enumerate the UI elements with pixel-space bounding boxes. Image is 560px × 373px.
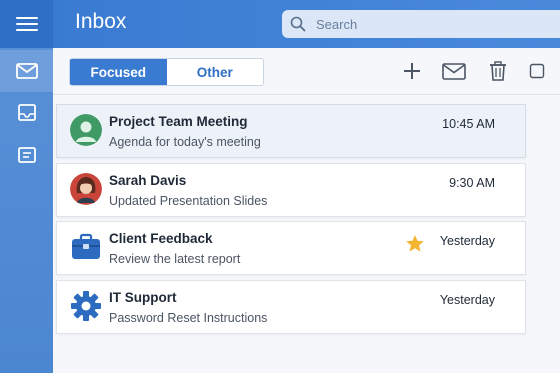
list-item[interactable]: Client Feedback Review the latest report… — [56, 221, 526, 275]
left-rail — [0, 0, 53, 373]
person-avatar — [70, 173, 102, 205]
tab-group: Focused Other — [69, 58, 264, 86]
gear-icon — [70, 290, 102, 322]
delete-button[interactable] — [486, 60, 510, 82]
search-box[interactable] — [282, 10, 560, 38]
message-time: 9:30 AM — [449, 176, 495, 190]
message-sender: Client Feedback — [109, 231, 213, 246]
square-icon — [529, 63, 545, 79]
rail-item-notes[interactable] — [0, 134, 53, 176]
mail-button[interactable] — [441, 60, 467, 82]
rail-item-inbox[interactable] — [0, 92, 53, 134]
inbox-tray-icon — [17, 104, 36, 121]
tab-focused[interactable]: Focused — [70, 59, 167, 85]
trash-icon — [490, 61, 506, 81]
tab-other[interactable]: Other — [167, 59, 264, 85]
list-item[interactable]: IT Support Password Reset Instructions Y… — [56, 280, 526, 334]
notes-icon — [17, 147, 36, 163]
new-message-button[interactable] — [400, 60, 424, 82]
message-time: Yesterday — [439, 293, 495, 307]
menu-button[interactable] — [0, 0, 53, 48]
message-subject: Password Reset Instructions — [109, 311, 268, 325]
add-icon — [404, 63, 420, 79]
rail-item-mail[interactable] — [0, 50, 53, 92]
menu-icon — [15, 17, 38, 31]
search-input[interactable] — [314, 15, 558, 33]
list-item[interactable]: Project Team Meeting Agenda for today's … — [56, 104, 526, 158]
search-icon — [290, 16, 306, 32]
message-sender: IT Support — [109, 290, 177, 305]
message-sender: Sarah Davis — [109, 173, 187, 188]
list-item[interactable]: Sarah Davis Updated Presentation Slides … — [56, 163, 526, 217]
message-time: 10:45 AM — [442, 117, 495, 131]
mail-icon — [442, 62, 466, 80]
mail-icon — [15, 63, 38, 79]
message-subject: Agenda for today's meeting — [109, 135, 261, 149]
toolbar: Focused Other — [53, 48, 560, 95]
message-subject: Review the latest report — [109, 252, 241, 266]
message-subject: Updated Presentation Slides — [109, 194, 268, 208]
star-icon[interactable] — [405, 234, 425, 258]
page-title: Inbox — [75, 10, 127, 33]
message-sender: Project Team Meeting — [109, 114, 248, 129]
briefcase-icon — [70, 231, 102, 263]
person-avatar — [70, 114, 102, 146]
header-bar: Inbox — [53, 0, 560, 48]
message-time: Yesterday — [439, 234, 495, 248]
select-button[interactable] — [525, 60, 549, 82]
